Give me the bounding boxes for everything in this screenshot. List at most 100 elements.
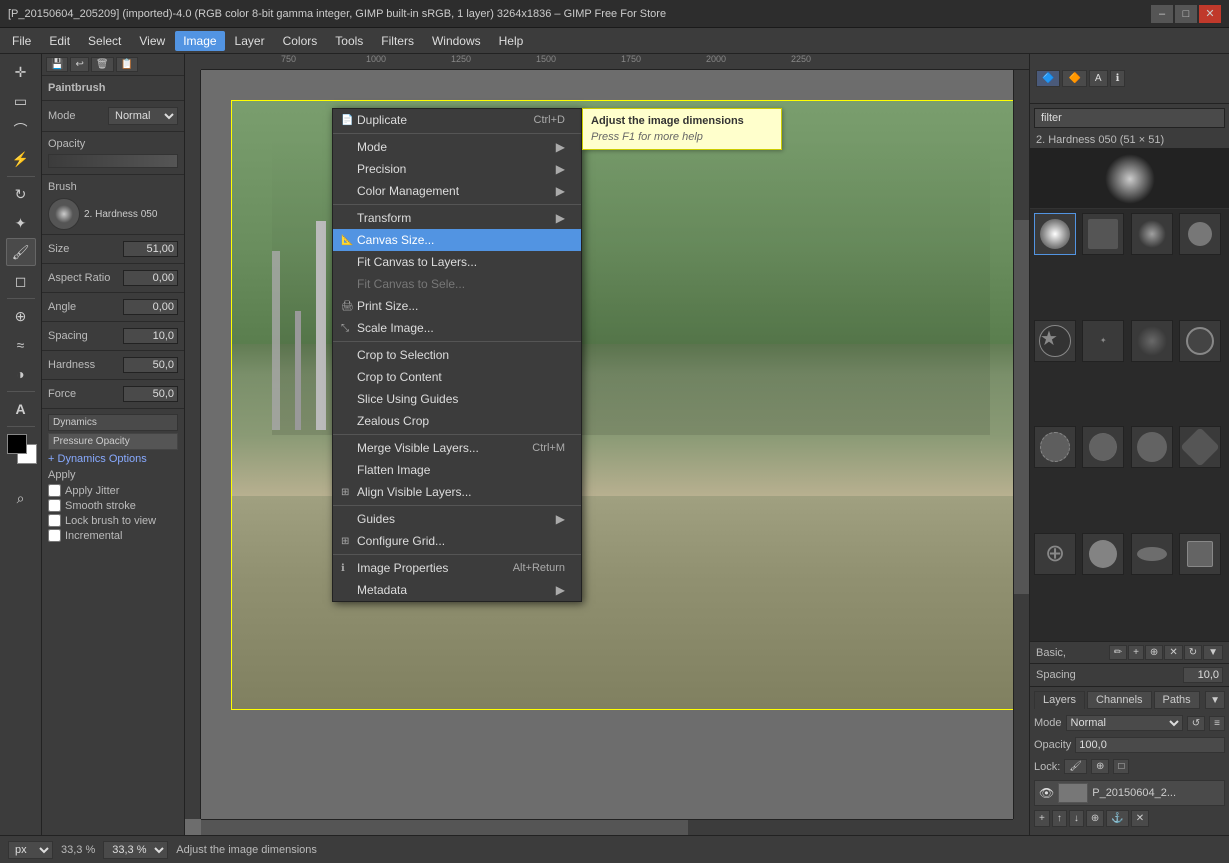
clone-btn[interactable]: ⊕: [6, 302, 36, 330]
lasso-btn[interactable]: ⌒: [6, 116, 36, 144]
mode-select[interactable]: Normal: [108, 107, 178, 125]
brush-paint-btn[interactable]: ✏: [1109, 645, 1127, 660]
menu-item-flatten-image[interactable]: Flatten Image: [333, 459, 581, 481]
menu-item-mode[interactable]: Mode ▶: [333, 136, 581, 158]
zoom-select[interactable]: 33,3 % 50 % 100 %: [103, 841, 168, 859]
paintbrush-btn[interactable]: 🖌: [6, 238, 36, 266]
move-tool-btn[interactable]: ✛: [6, 58, 36, 86]
angle-input[interactable]: [123, 299, 178, 315]
horizontal-scrollbar[interactable]: [201, 819, 1013, 835]
restore-options-btn[interactable]: ↩: [70, 57, 88, 72]
lower-layer-btn[interactable]: ↓: [1069, 810, 1084, 827]
menu-item-scale-image[interactable]: ⤡ Scale Image...: [333, 317, 581, 339]
brush-item-3[interactable]: [1131, 213, 1173, 255]
menu-filters[interactable]: Filters: [373, 31, 422, 51]
menu-item-configure-grid[interactable]: ⊞ Configure Grid...: [333, 530, 581, 552]
size-input[interactable]: 51,00: [123, 241, 178, 257]
close-button[interactable]: ✕: [1199, 5, 1221, 23]
menu-windows[interactable]: Windows: [424, 31, 489, 51]
smooth-stroke-checkbox[interactable]: [48, 499, 61, 512]
lock-brush-checkbox[interactable]: [48, 514, 61, 527]
fuzzy-select-btn[interactable]: ⚡: [6, 145, 36, 173]
menu-item-canvas-size[interactable]: 📐 Canvas Size...: [333, 229, 581, 251]
menu-item-metadata[interactable]: Metadata ▶: [333, 579, 581, 601]
brush-item-15[interactable]: [1131, 533, 1173, 575]
dynamics-dropdown-btn[interactable]: Dynamics: [48, 414, 178, 431]
lock-position-btn[interactable]: ⊕: [1091, 759, 1109, 774]
right-spacing-input[interactable]: [1183, 667, 1223, 683]
font-icon-btn[interactable]: A: [1089, 70, 1108, 87]
tab-channels[interactable]: Channels: [1087, 691, 1151, 709]
brush-item-13[interactable]: ⊕: [1034, 533, 1076, 575]
brush-item-2[interactable]: [1082, 213, 1124, 255]
maximize-button[interactable]: □: [1175, 5, 1197, 23]
brush-item-10[interactable]: [1082, 426, 1124, 468]
tab-paths[interactable]: Paths: [1154, 691, 1200, 709]
layer-visibility-icon[interactable]: 👁: [1039, 786, 1054, 800]
brush-new-btn[interactable]: +: [1128, 645, 1144, 660]
color-icon-btn[interactable]: 🔷: [1036, 70, 1060, 87]
anchor-layer-btn[interactable]: ⚓: [1106, 810, 1128, 827]
tab-layers[interactable]: Layers: [1034, 691, 1085, 709]
brush-item-12[interactable]: [1179, 426, 1221, 468]
v-scroll-thumb[interactable]: [1014, 220, 1029, 595]
brush-del-btn[interactable]: ✕: [1164, 645, 1182, 660]
menu-help[interactable]: Help: [491, 31, 532, 51]
canvas-area[interactable]: 750 1000 1250 1500 1750 2000 2250: [185, 54, 1029, 835]
new-layer-btn[interactable]: +: [1034, 810, 1050, 827]
brush-item-11[interactable]: [1131, 426, 1173, 468]
info-icon-btn[interactable]: ℹ: [1110, 70, 1126, 87]
zoom-tool-btn[interactable]: ⌕: [6, 484, 36, 512]
brush-dup-btn[interactable]: ⊕: [1145, 645, 1163, 660]
menu-item-guides[interactable]: Guides ▶: [333, 508, 581, 530]
menu-item-precision[interactable]: Precision ▶: [333, 158, 581, 180]
pattern-icon-btn[interactable]: 🔶: [1062, 70, 1086, 87]
heal-btn[interactable]: ✦: [6, 209, 36, 237]
brush-item-16[interactable]: [1179, 533, 1221, 575]
menu-item-merge-visible[interactable]: Merge Visible Layers... Ctrl+M: [333, 437, 581, 459]
smudge-btn[interactable]: ≈: [6, 331, 36, 359]
brush-item-8[interactable]: [1179, 320, 1221, 362]
aspect-ratio-input[interactable]: [123, 270, 178, 286]
minimize-button[interactable]: –: [1151, 5, 1173, 23]
menu-view[interactable]: View: [131, 31, 173, 51]
menu-item-crop-to-selection[interactable]: Crop to Selection: [333, 344, 581, 366]
lock-alpha-btn[interactable]: □: [1113, 759, 1129, 774]
incremental-checkbox[interactable]: [48, 529, 61, 542]
eraser-btn[interactable]: ◻: [6, 267, 36, 295]
layer-item[interactable]: 👁 P_20150604_2...: [1034, 780, 1225, 806]
menu-item-print-size[interactable]: 🖨 Print Size...: [333, 295, 581, 317]
menu-item-image-properties[interactable]: ℹ Image Properties Alt+Return: [333, 557, 581, 579]
delete-options-btn[interactable]: 🗑: [91, 57, 114, 72]
layers-reset-btn[interactable]: ↺: [1187, 716, 1205, 731]
menu-image[interactable]: Image: [175, 31, 224, 51]
del-layer-btn[interactable]: ✕: [1131, 810, 1149, 827]
brush-item-14[interactable]: [1082, 533, 1124, 575]
menu-item-align-visible[interactable]: ⊞ Align Visible Layers...: [333, 481, 581, 503]
save-options-btn[interactable]: 💾: [46, 57, 68, 72]
menu-tools[interactable]: Tools: [327, 31, 371, 51]
menu-colors[interactable]: Colors: [275, 31, 326, 51]
force-input[interactable]: [123, 386, 178, 402]
layers-mode-select[interactable]: Normal: [1066, 715, 1183, 731]
menu-item-color-management[interactable]: Color Management ▶: [333, 180, 581, 202]
brush-item-6[interactable]: ✦: [1082, 320, 1124, 362]
menu-file[interactable]: File: [4, 31, 39, 51]
layers-opacity-input[interactable]: [1075, 737, 1225, 753]
brush-item-7[interactable]: [1131, 320, 1173, 362]
lock-pixels-btn[interactable]: 🖌: [1064, 759, 1087, 774]
rect-select-btn[interactable]: ▭: [6, 87, 36, 115]
menu-item-duplicate[interactable]: 📄 Duplicate Ctrl+D: [333, 109, 581, 131]
menu-layer[interactable]: Layer: [227, 31, 273, 51]
layers-more-btn[interactable]: ≡: [1209, 716, 1225, 731]
brush-filter-input[interactable]: [1034, 108, 1225, 128]
brush-item-5[interactable]: ★: [1034, 320, 1076, 362]
apply-jitter-checkbox[interactable]: [48, 484, 61, 497]
foreground-color-box[interactable]: [7, 434, 27, 454]
unit-select[interactable]: px mm %: [8, 841, 53, 859]
menu-item-transform[interactable]: Transform ▶: [333, 207, 581, 229]
dynamics-options-link[interactable]: + Dynamics Options: [48, 451, 178, 467]
options-menu-btn[interactable]: 📋: [116, 57, 138, 72]
brush-item-1[interactable]: [1034, 213, 1076, 255]
text-btn[interactable]: A: [6, 395, 36, 423]
